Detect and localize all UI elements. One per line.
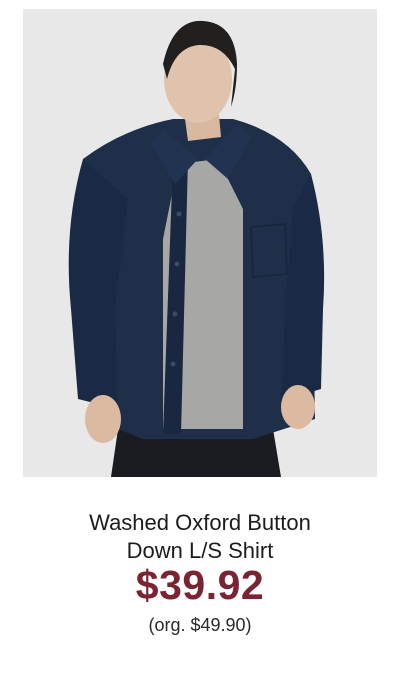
model-illustration [23,9,377,477]
product-name-line-1: Washed Oxford Button [89,510,311,535]
product-name[interactable]: Washed Oxford Button Down L/S Shirt [0,509,400,565]
product-image[interactable] [23,9,377,477]
product-card[interactable]: Washed Oxford Button Down L/S Shirt $39.… [0,0,400,683]
original-price: (org. $49.90) [148,615,252,635]
sale-price: $39.92 [135,562,265,608]
product-name-line-2: Down L/S Shirt [126,538,274,563]
